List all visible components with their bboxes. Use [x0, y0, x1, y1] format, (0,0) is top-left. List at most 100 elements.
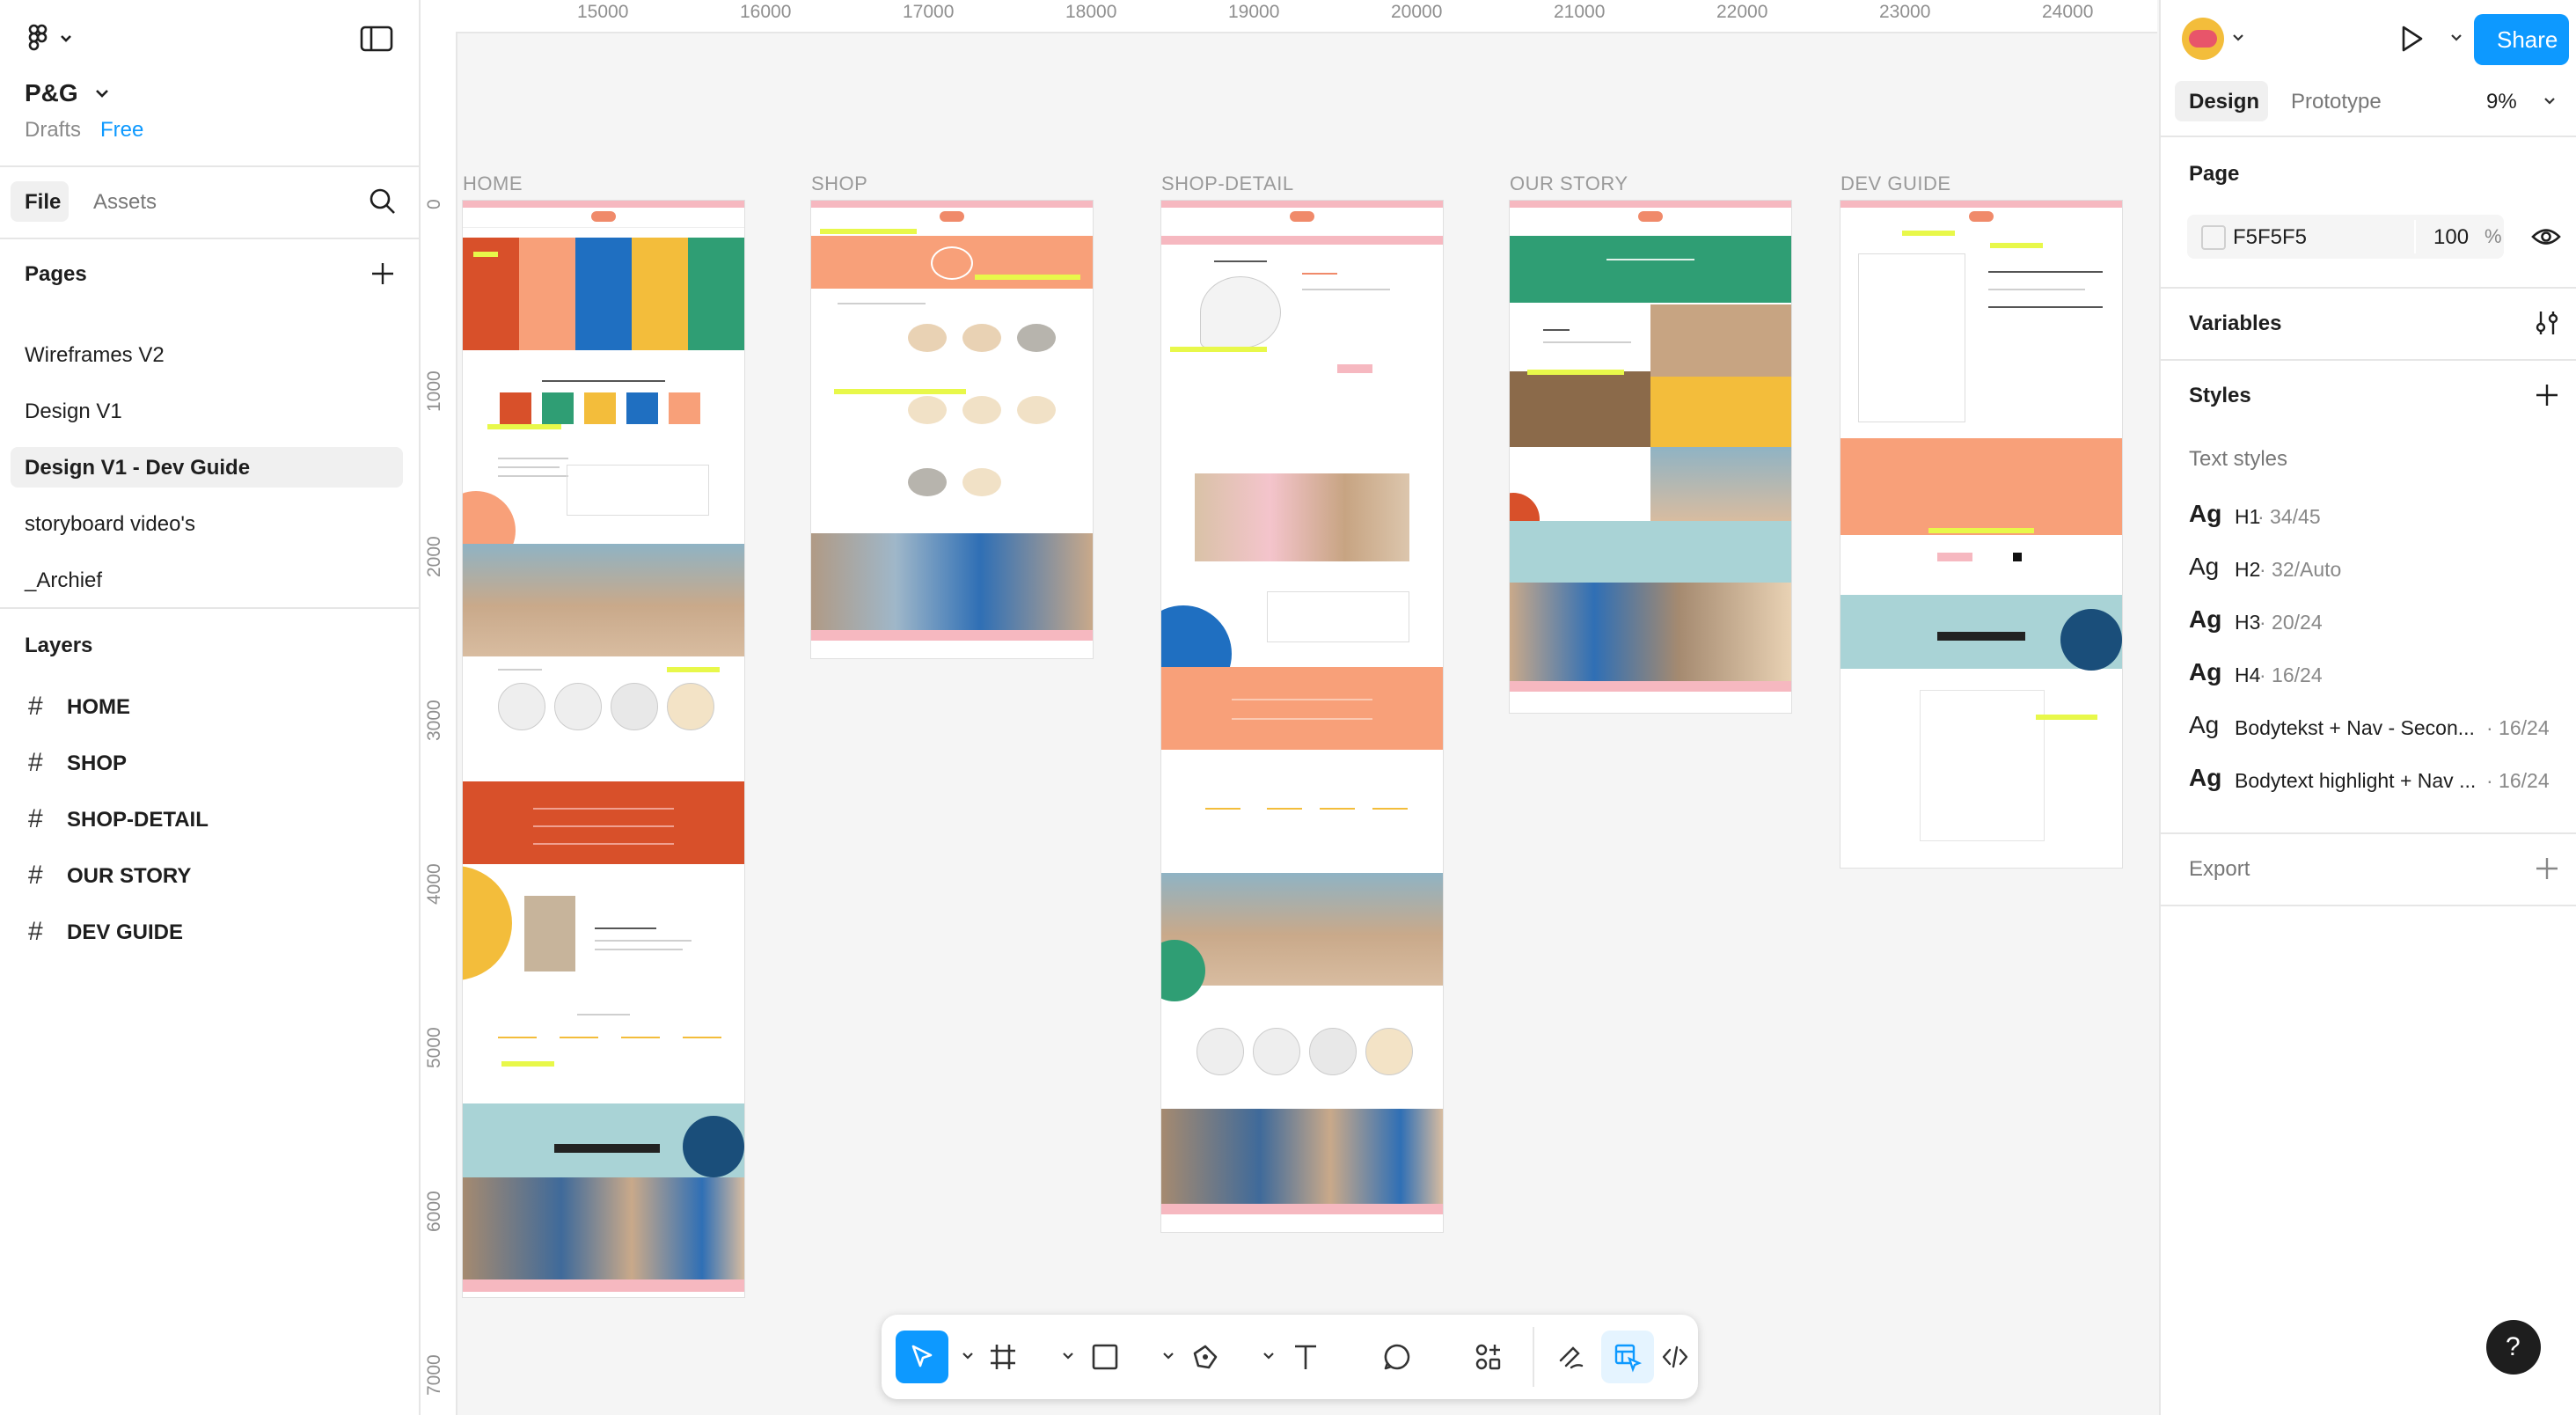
move-tool-button[interactable]	[896, 1331, 948, 1383]
detail-photos	[1195, 473, 1409, 561]
color-swatch[interactable]	[2201, 225, 2226, 250]
text-style-name: Bodytext highlight + Nav ...	[2235, 769, 2477, 792]
dev-mode-button[interactable]	[1652, 1334, 1698, 1380]
tab-prototype[interactable]: Prototype	[2291, 90, 2382, 114]
page-item-wireframes-v2[interactable]: Wireframes V2	[25, 343, 165, 368]
variables-heading: Variables	[2189, 312, 2282, 335]
add-style-icon[interactable]	[2532, 380, 2562, 410]
zoom-level[interactable]: 9%	[2486, 90, 2517, 114]
frame-dev-guide[interactable]	[1841, 201, 2122, 868]
sidebar-toggle-icon[interactable]	[359, 25, 394, 53]
ruler-label: 7000	[424, 1354, 444, 1396]
search-icon[interactable]	[368, 187, 398, 216]
page-item-design-v1-dev-guide[interactable]: Design V1 - Dev Guide	[25, 456, 250, 480]
ruler-label: 22000	[1716, 2, 1768, 22]
rectangle-tool-button[interactable]	[1082, 1334, 1128, 1380]
annotation-note	[1902, 231, 1955, 236]
faq-line	[533, 825, 674, 827]
chevron-down-icon[interactable]	[1061, 1350, 1075, 1367]
comment-tool-button[interactable]	[1374, 1334, 1420, 1380]
review-stars	[1320, 808, 1355, 810]
plan-badge[interactable]: Free	[100, 118, 143, 143]
page-color-value[interactable]: F5F5F5	[2233, 225, 2307, 250]
text-style-spec: · 16/24	[2486, 769, 2550, 792]
logo	[940, 211, 964, 222]
review-stars	[1372, 808, 1408, 810]
layer-shop-detail[interactable]: SHOP-DETAIL	[67, 808, 209, 832]
help-label: ?	[2506, 1332, 2521, 1361]
frame-shop[interactable]	[811, 201, 1093, 658]
layer-shop[interactable]: SHOP	[67, 751, 127, 776]
review-stars	[621, 1037, 660, 1038]
text-line	[595, 949, 683, 950]
annotation-note	[1928, 528, 2034, 533]
layers-heading: Layers	[25, 634, 93, 657]
review-stars	[1205, 808, 1240, 810]
pen-tool-button[interactable]	[1182, 1334, 1228, 1380]
text-style-name: H4	[2235, 664, 2261, 686]
page-opacity-value[interactable]: 100	[2433, 225, 2469, 250]
text-style-preview: Ag	[2189, 658, 2222, 686]
chevron-down-icon[interactable]	[2231, 32, 2245, 44]
avatar[interactable]	[2182, 18, 2224, 60]
frame-label-shop-detail[interactable]: SHOP-DETAIL	[1161, 172, 1294, 195]
frame-tool-button[interactable]	[980, 1334, 1026, 1380]
tab-assets[interactable]: Assets	[93, 190, 157, 215]
chevron-down-icon[interactable]	[93, 86, 111, 100]
mission-title-line	[1543, 329, 1570, 331]
product-thumb	[667, 683, 714, 730]
frame-shop-detail[interactable]	[1161, 201, 1443, 1232]
file-name[interactable]: P&G	[25, 79, 78, 107]
chevron-down-icon[interactable]	[2449, 32, 2463, 44]
text-style-name: Bodytekst + Nav - Secon...	[2235, 716, 2475, 739]
layer-home[interactable]: HOME	[67, 695, 130, 720]
footer-bar	[1510, 681, 1791, 692]
text-style-spec: · 20/24	[2259, 611, 2323, 634]
present-play-icon[interactable]	[2397, 23, 2426, 55]
figma-menu-icon[interactable]	[26, 23, 74, 53]
page-item-storyboard[interactable]: storyboard video's	[25, 512, 195, 537]
actions-tool-button[interactable]	[1466, 1334, 1511, 1380]
chevron-down-icon[interactable]	[1161, 1350, 1175, 1367]
frame-label-dev-guide[interactable]: DEV GUIDE	[1841, 172, 1951, 195]
drafts-link[interactable]: Drafts	[25, 118, 81, 143]
draw-mode-button[interactable]	[1548, 1334, 1594, 1380]
text-line	[498, 475, 568, 477]
price-line	[1302, 273, 1337, 275]
hero-stripe-yellow	[632, 238, 688, 350]
tab-design[interactable]: Design	[2189, 90, 2259, 114]
category-tile	[626, 392, 658, 424]
add-page-icon[interactable]	[368, 259, 398, 289]
faq-line	[533, 808, 674, 810]
add-export-icon[interactable]	[2532, 854, 2562, 883]
page-item-design-v1[interactable]: Design V1	[25, 400, 122, 424]
ruler-label: 0	[424, 199, 444, 209]
frame-label-our-story[interactable]: OUR STORY	[1510, 172, 1628, 195]
frame-home[interactable]	[463, 201, 744, 1297]
ruler-label: 1000	[424, 370, 444, 412]
product-image	[1200, 276, 1281, 348]
review-stars	[560, 1037, 598, 1038]
frame-label-shop[interactable]: SHOP	[811, 172, 867, 195]
text-tool-button[interactable]	[1283, 1334, 1328, 1380]
text-style-preview: Ag	[2189, 553, 2220, 580]
ruler-label: 4000	[424, 863, 444, 905]
chevron-down-icon[interactable]	[1262, 1350, 1276, 1367]
chevron-down-icon[interactable]	[961, 1350, 975, 1367]
layer-dev-guide[interactable]: DEV GUIDE	[67, 920, 183, 945]
canvas[interactable]: 15000 16000 17000 18000 19000 20000 2100…	[421, 0, 2157, 1415]
layer-our-story[interactable]: OUR STORY	[67, 864, 191, 889]
add-to-cart-button	[1337, 364, 1372, 373]
frame-label-home[interactable]: HOME	[463, 172, 523, 195]
product-thumb	[498, 683, 545, 730]
frame-our-story[interactable]	[1510, 201, 1791, 713]
product-thumb	[1197, 1028, 1244, 1075]
button-sample	[2013, 553, 2022, 561]
faq-section	[463, 781, 744, 864]
design-mode-button[interactable]	[1601, 1331, 1654, 1383]
page-item-archief[interactable]: _Archief	[25, 568, 102, 593]
variables-adjust-icon[interactable]	[2532, 308, 2562, 338]
eye-icon[interactable]	[2530, 224, 2562, 250]
text-line	[595, 940, 692, 942]
chevron-down-icon[interactable]	[2543, 95, 2557, 107]
